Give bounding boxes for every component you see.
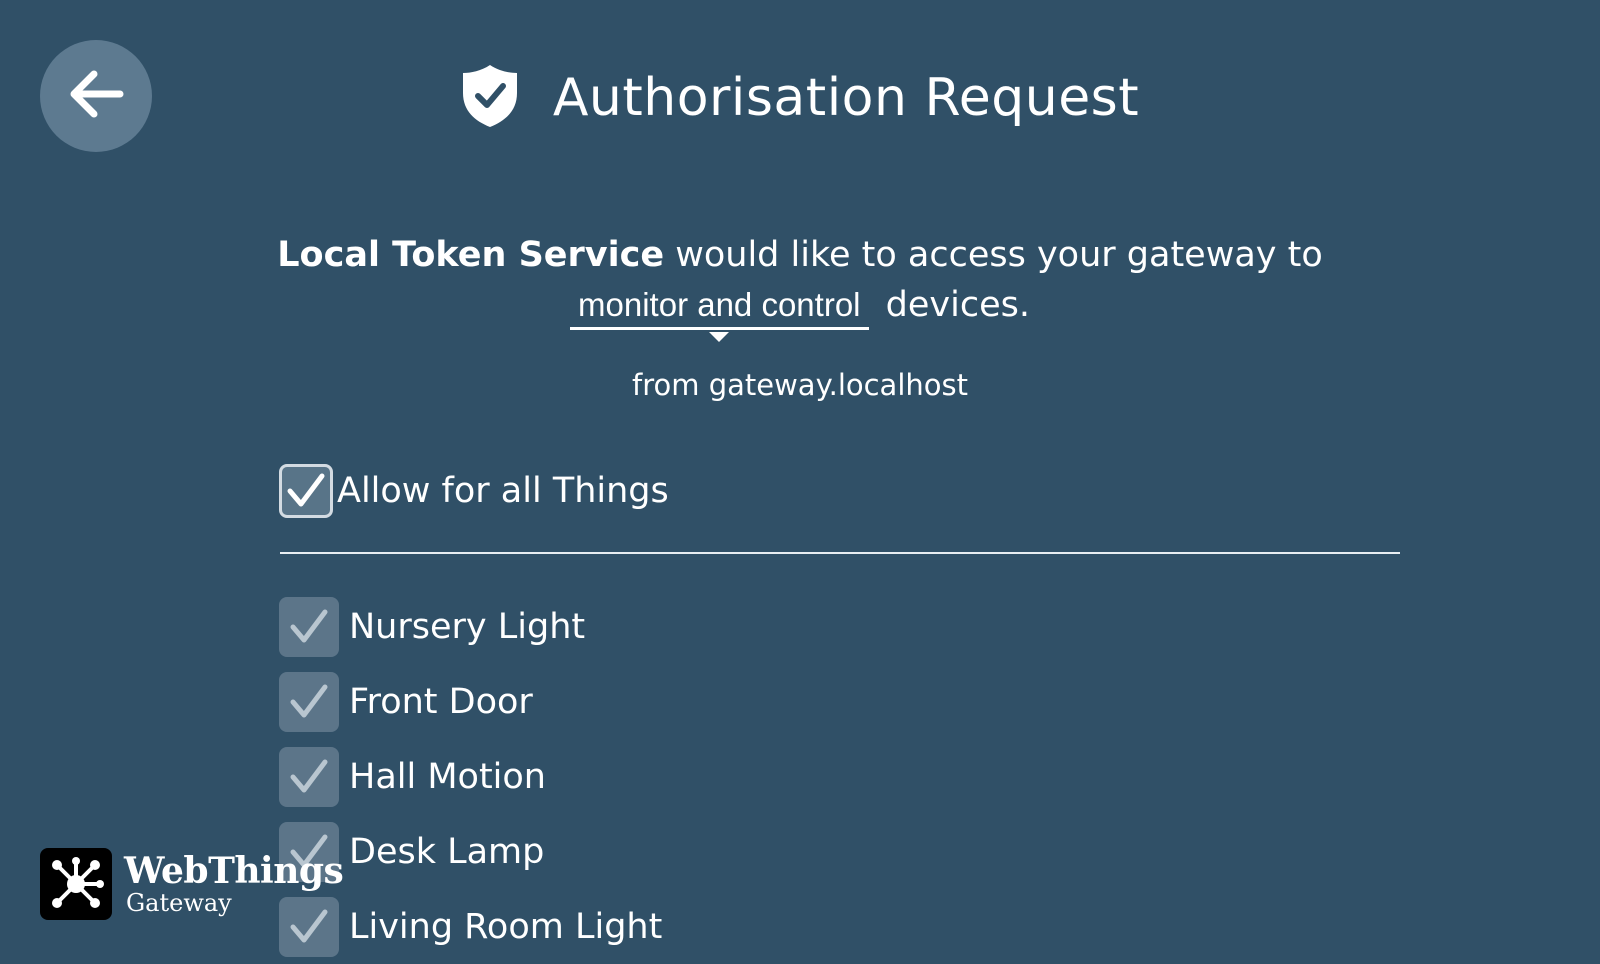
checkmark-icon (287, 473, 325, 507)
brand-name: WebThings (124, 850, 344, 892)
thing-checkbox[interactable] (279, 746, 339, 807)
request-text: would like to access your gateway to (664, 235, 1323, 275)
brand-text: WebThings Gateway (124, 850, 344, 917)
app-name: Local Token Service (277, 235, 665, 275)
caret-down-icon (709, 332, 730, 342)
scope-select[interactable]: monitor and control (570, 283, 869, 330)
thing-label: Nursery Light (349, 606, 586, 647)
request-text-end: devices. (885, 285, 1030, 325)
allow-all-checkbox[interactable] (279, 464, 333, 518)
checkmark-icon (290, 609, 328, 642)
allow-all-label: Allow for all Things (337, 471, 669, 511)
checkmark-icon (290, 684, 328, 717)
request-origin: from gateway.localhost (631, 368, 968, 402)
page-header: Authorisation Request (0, 58, 1600, 138)
scope-dropdown[interactable]: monitor and control (570, 280, 869, 342)
shield-check-icon (461, 63, 519, 133)
thing-checkbox[interactable] (279, 596, 339, 657)
thing-item-nursery-light[interactable]: Nursery Light (279, 589, 662, 664)
thing-item-hall-motion[interactable]: Hall Motion (279, 739, 662, 814)
thing-label: Living Room Light (349, 906, 663, 947)
brand-logo-block: WebThings Gateway (40, 848, 344, 920)
allow-all-checkbox-row[interactable]: Allow for all Things (279, 464, 669, 518)
request-line-2: monitor and control devices. (0, 280, 1600, 342)
thing-label: Front Door (349, 681, 533, 722)
thing-label: Hall Motion (349, 756, 546, 797)
thing-checkbox[interactable] (279, 671, 339, 732)
page-title: Authorisation Request (552, 68, 1140, 128)
request-message: Local Token Service would like to access… (0, 230, 1600, 342)
request-line-1: Local Token Service would like to access… (0, 230, 1600, 280)
thing-item-front-door[interactable]: Front Door (279, 664, 662, 739)
webthings-logo-icon (40, 848, 112, 920)
divider (280, 552, 1400, 554)
thing-label: Desk Lamp (349, 831, 545, 872)
checkmark-icon (290, 759, 328, 792)
brand-subtitle: Gateway (126, 889, 232, 917)
